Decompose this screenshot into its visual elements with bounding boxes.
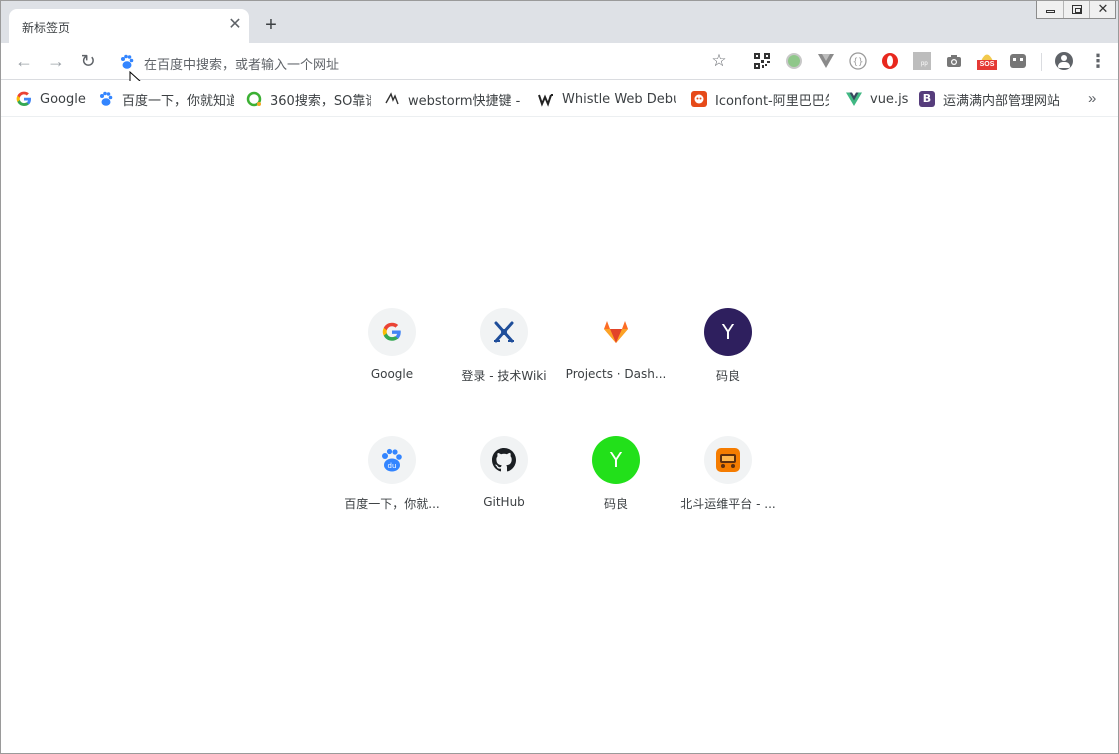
ntp-tile[interactable]: 北斗运维平台 - ... <box>672 420 784 532</box>
iconfont-icon <box>691 91 707 107</box>
vue-devtools-icon[interactable] <box>817 52 835 70</box>
address-bar[interactable]: 在百度中搜索，或者输入一个网址 <box>111 47 741 76</box>
minimize-icon <box>1046 10 1055 13</box>
baidu-du-label: du <box>388 462 397 470</box>
camera-icon[interactable] <box>945 52 963 70</box>
bookmark-iconfont[interactable]: Iconfont-阿里巴巴矢 <box>691 90 829 108</box>
bookmarks-bar: Google 百度一下，你就知道 360搜索，SO靠谱 webstorm快捷键 … <box>1 81 1118 117</box>
tile-icon-circle <box>480 436 528 484</box>
bookmark-label: Whistle Web Debug <box>562 91 676 107</box>
github-icon <box>492 448 516 472</box>
whistle-icon <box>538 94 553 107</box>
baidu-icon <box>100 91 113 106</box>
bookmark-webstorm[interactable]: webstorm快捷键 - 滚 <box>384 90 522 108</box>
beidou-icon <box>716 448 740 472</box>
tile-title: Google <box>370 367 414 381</box>
google-icon <box>382 322 401 341</box>
new-tab-button[interactable]: + <box>261 15 281 35</box>
bookmarks-overflow-button[interactable]: » <box>1088 90 1096 107</box>
bookmark-vue[interactable]: vue.js <box>846 90 908 108</box>
bookmark-baidu[interactable]: 百度一下，你就知道 <box>98 90 234 108</box>
bookmark-star-icon[interactable]: ☆ <box>709 52 729 72</box>
sos-label: SOS <box>977 60 997 70</box>
tile-icon-circle <box>480 308 528 356</box>
reload-button[interactable]: ↻ <box>77 50 99 72</box>
profile-avatar-icon[interactable] <box>1055 52 1073 70</box>
tab-close-icon[interactable]: ✕ <box>227 17 243 33</box>
ntp-tile[interactable]: Google <box>336 292 448 404</box>
ntp-tile[interactable]: Y 码良 <box>560 420 672 532</box>
bookmark-so360[interactable]: 360搜索，SO靠谱 <box>246 90 371 108</box>
tab-title: 新标签页 <box>22 21 71 35</box>
bootstrap-icon: B <box>919 91 935 107</box>
gitlab-icon <box>604 321 628 343</box>
close-window-button[interactable]: ✕ <box>1089 1 1115 18</box>
pp-label: pp <box>921 61 928 67</box>
webstorm-icon <box>385 92 399 105</box>
tile-title: 码良 <box>715 369 740 383</box>
tile-icon-circle <box>592 308 640 356</box>
json-viewer-icon[interactable]: {} <box>849 52 867 70</box>
bookmark-label: 百度一下，你就知道 <box>122 93 234 109</box>
opera-icon[interactable] <box>881 52 899 70</box>
tab-new-tab-page[interactable]: 新标签页 ✕ <box>9 9 249 43</box>
tile-icon-circle: du <box>368 436 416 484</box>
letter-y-icon: Y <box>592 436 640 484</box>
green-circle-icon[interactable] <box>785 52 803 70</box>
bookmark-whistle[interactable]: Whistle Web Debug <box>538 90 676 108</box>
puzzle-icon[interactable] <box>1009 52 1027 70</box>
tile-icon-circle: Y <box>704 308 752 356</box>
ntp-tile[interactable]: du 百度一下，你就... <box>336 420 448 532</box>
back-button[interactable]: ← <box>13 50 35 72</box>
qr-code-icon[interactable] <box>753 52 771 70</box>
minimize-button[interactable] <box>1037 1 1063 18</box>
forward-button[interactable]: → <box>45 50 67 72</box>
pp-icon[interactable]: pp <box>913 52 931 70</box>
svg-text:{}: {} <box>853 58 864 68</box>
letter-y-icon: Y <box>704 308 752 356</box>
restore-icon <box>1072 5 1082 14</box>
tile-icon-circle <box>368 308 416 356</box>
chrome-menu-button[interactable]: ⋮ <box>1089 52 1107 72</box>
bookmark-label: Iconfont-阿里巴巴矢 <box>715 93 829 109</box>
bookmark-label: Google <box>40 91 86 107</box>
window-controls: ✕ <box>1036 1 1116 19</box>
ntp-tile[interactable]: Y 码良 <box>672 292 784 404</box>
vue-icon <box>846 92 862 106</box>
close-icon: ✕ <box>1097 1 1109 16</box>
ntp-tile[interactable]: GitHub <box>448 420 560 532</box>
bookmark-label: webstorm快捷键 - 滚 <box>408 93 522 109</box>
tab-strip: 新标签页 ✕ + ✕ <box>1 1 1118 43</box>
browser-toolbar: ← → ↻ 在百度中搜索，或者输入一个网址 ☆ {} pp SOS ⋮ <box>1 43 1118 80</box>
restore-button[interactable] <box>1063 1 1089 18</box>
bookmark-label: 运满满内部管理网站 <box>943 93 1059 109</box>
sos-icon[interactable]: SOS <box>977 51 997 73</box>
bookmark-label: vue.js <box>870 91 908 107</box>
ntp-tile[interactable]: Projects · Dash... <box>560 292 672 404</box>
tile-title: 北斗运维平台 - ... <box>680 497 776 511</box>
address-bar-placeholder: 在百度中搜索，或者输入一个网址 <box>144 58 340 73</box>
tile-title: 百度一下，你就... <box>344 497 440 511</box>
toolbar-divider <box>1041 53 1042 71</box>
tile-title: 登录 - 技术Wiki <box>461 369 547 383</box>
tile-icon-circle: Y <box>592 436 640 484</box>
baidu-paw-icon <box>121 54 134 69</box>
so360-icon <box>246 91 262 107</box>
baidu-icon: du <box>382 448 402 472</box>
tile-title: GitHub <box>483 495 525 509</box>
google-icon <box>16 91 31 106</box>
wiki-icon <box>494 321 514 343</box>
bookmark-google[interactable]: Google <box>16 90 88 108</box>
tile-title: 码良 <box>603 497 628 511</box>
bookmark-label: 360搜索，SO靠谱 <box>270 93 371 109</box>
bookmark-ymm-admin[interactable]: B 运满满内部管理网站 <box>919 90 1059 108</box>
ntp-tile[interactable]: 登录 - 技术Wiki <box>448 292 560 404</box>
tile-icon-circle <box>704 436 752 484</box>
tile-title: Projects · Dash... <box>565 367 667 381</box>
